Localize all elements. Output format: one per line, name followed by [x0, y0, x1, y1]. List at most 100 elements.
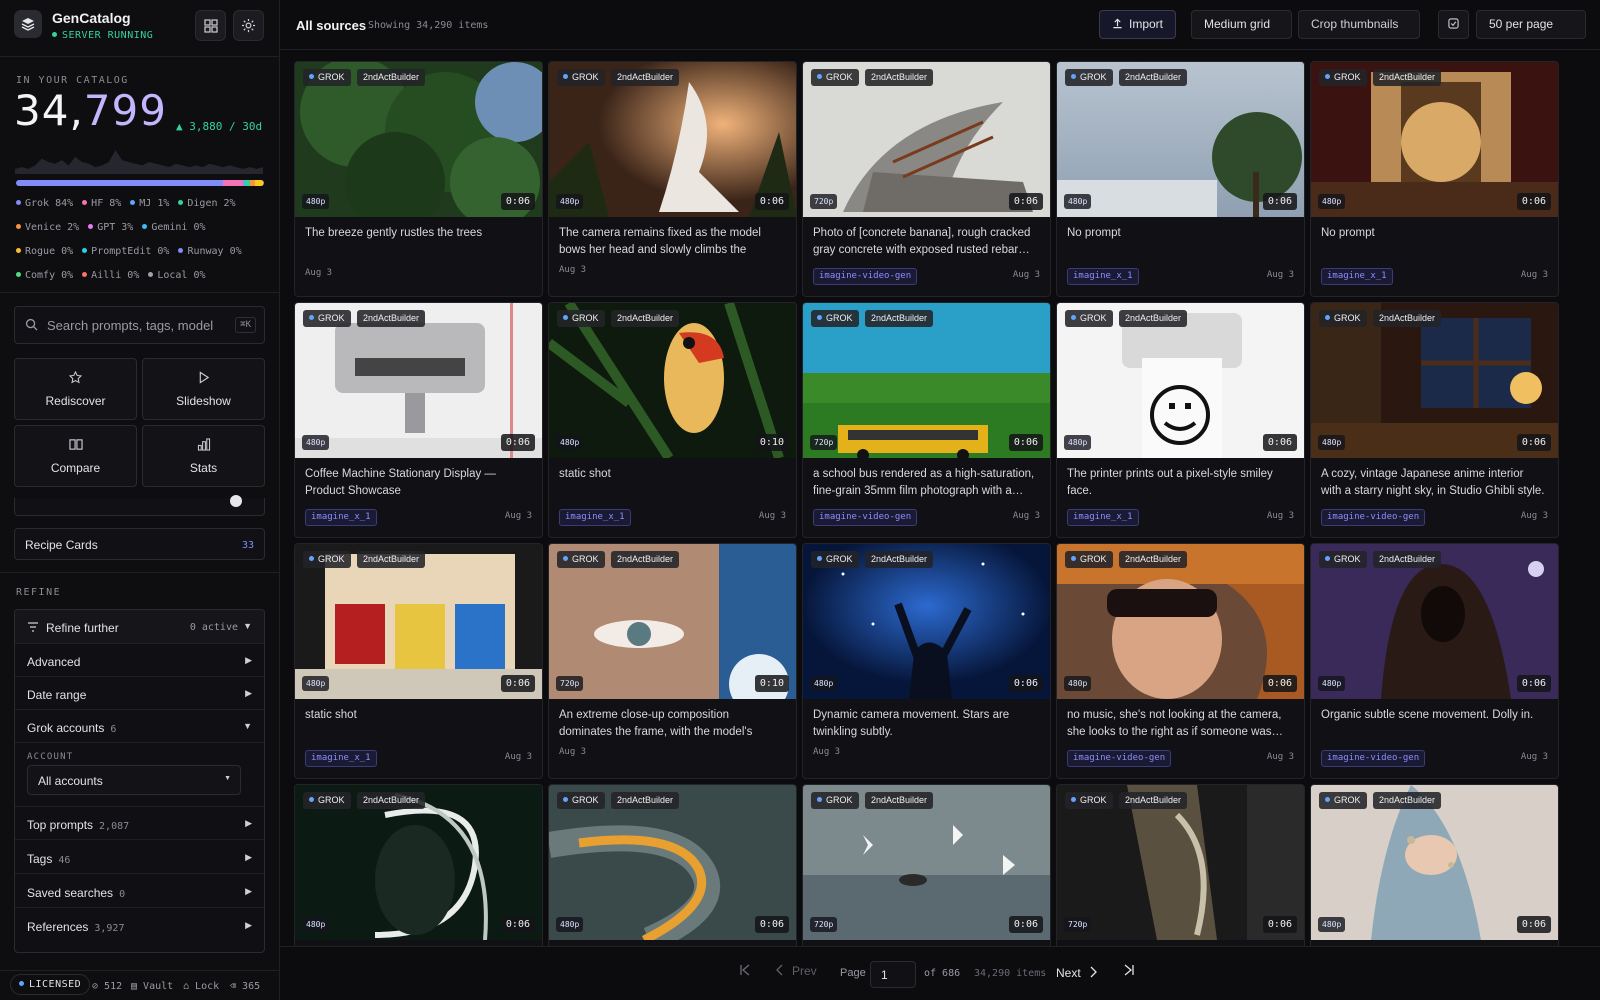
card-tag[interactable]: imagine_x_1: [305, 750, 377, 767]
thumbnail[interactable]: GROK 2ndActBuilder 480p 0:06: [1311, 544, 1558, 699]
legend-label: Digen 2%: [187, 198, 236, 209]
license-badge[interactable]: LICENSED: [10, 974, 91, 995]
trash-button[interactable]: ⌫ 365: [230, 981, 260, 992]
rediscover-button[interactable]: Rediscover: [14, 358, 137, 420]
resolution-badge: 480p: [302, 435, 330, 450]
thumbnail[interactable]: GROK 2ndActBuilder 480p 0:06: [1311, 303, 1558, 458]
media-card[interactable]: GROK 2ndActBuilder 480p 0:06 no music, she's…: [1056, 543, 1305, 779]
prev-page-button[interactable]: Prev: [776, 964, 817, 978]
settings-button[interactable]: [233, 10, 264, 41]
source-label: GROK: [826, 795, 853, 805]
legend-swatch: [178, 200, 184, 205]
top-prompts-row[interactable]: Top prompts 2,087 ▶: [15, 807, 264, 840]
thumbnail[interactable]: GROK 2ndActBuilder 480p 0:10: [549, 303, 796, 458]
thumbnail[interactable]: GROK 2ndActBuilder 480p 0:06: [1311, 62, 1558, 217]
card-tag[interactable]: imagine-video-gen: [1067, 750, 1172, 767]
media-card[interactable]: GROK 2ndActBuilder 480p 0:06 No prompt imagin…: [1310, 61, 1559, 297]
toggle-knob[interactable]: [230, 495, 242, 507]
select-mode-button[interactable]: [1438, 10, 1469, 39]
footer-stat-links[interactable]: ⊘ 512: [92, 981, 122, 992]
media-card[interactable]: GROK 2ndActBuilder 480p 0:06 The camera rema…: [548, 61, 797, 297]
card-tag[interactable]: imagine_x_1: [559, 509, 631, 526]
layout-grid-button[interactable]: [195, 10, 226, 41]
account-label: ACCOUNT: [27, 752, 74, 762]
lock-button[interactable]: ⌂ Lock: [183, 981, 219, 992]
card-caption: Organic subtle scene movement. Dolly in.: [1321, 709, 1534, 721]
thumbnail[interactable]: GROK 2ndActBuilder 480p 0:06: [549, 785, 796, 940]
source-label: GROK: [1080, 313, 1107, 323]
saved-searches-row[interactable]: Saved searches 0 ▶: [15, 875, 264, 908]
media-card[interactable]: GROK 2ndActBuilder 480p 0:06 Dynamic camera …: [802, 543, 1051, 779]
last-page-icon[interactable]: [1123, 964, 1135, 979]
recipe-cards-row[interactable]: Recipe Cards 33: [14, 528, 265, 560]
references-row[interactable]: References 3,927 ▶: [15, 909, 264, 942]
date-range-row[interactable]: Date range ▶: [15, 677, 264, 710]
advanced-row[interactable]: Advanced ▶: [15, 644, 264, 677]
card-tag[interactable]: imagine_x_1: [1321, 268, 1393, 285]
card-tag[interactable]: imagine-video-gen: [813, 268, 918, 285]
thumbnail[interactable]: GROK 2ndActBuilder 480p 0:06: [295, 544, 542, 699]
thumbnail[interactable]: GROK 2ndActBuilder 480p 0:06: [1311, 785, 1558, 940]
thumbnail[interactable]: GROK 2ndActBuilder 720p 0:10: [549, 544, 796, 699]
slideshow-button[interactable]: Slideshow: [142, 358, 265, 420]
card-caption: a school bus rendered as a high-saturati…: [813, 468, 1035, 497]
resolution-badge: 480p: [810, 676, 838, 691]
media-card[interactable]: GROK 2ndActBuilder 480p 0:06 The printer pri…: [1056, 302, 1305, 538]
media-card[interactable]: GROK 2ndActBuilder 480p 0:06 static shot imag…: [294, 543, 543, 779]
vault-button[interactable]: ▤ Vault: [131, 981, 173, 992]
thumbnail[interactable]: GROK 2ndActBuilder 720p 0:06: [803, 303, 1050, 458]
compare-button[interactable]: Compare: [14, 425, 137, 487]
server-status-text: SERVER RUNNING: [62, 30, 154, 41]
thumbnail[interactable]: GROK 2ndActBuilder 480p 0:06: [295, 785, 542, 940]
duration-badge: 0:06: [1008, 916, 1043, 933]
crop-thumbnails-select[interactable]: Crop thumbnails: [1298, 10, 1420, 39]
legend-item: Ailli 0%: [82, 271, 139, 294]
thumbnail[interactable]: GROK 2ndActBuilder 480p 0:06: [295, 62, 542, 217]
stats-button[interactable]: Stats: [142, 425, 265, 487]
thumbnail[interactable]: GROK 2ndActBuilder 480p 0:06: [1057, 303, 1304, 458]
rediscover-label: Rediscover: [45, 394, 106, 408]
page-input[interactable]: [870, 961, 916, 988]
tags-row[interactable]: Tags 46 ▶: [15, 841, 264, 874]
media-card[interactable]: GROK 2ndActBuilder 720p 0:06 a school bus re…: [802, 302, 1051, 538]
first-page-icon[interactable]: [739, 964, 751, 979]
thumbnail[interactable]: GROK 2ndActBuilder 480p 0:06: [295, 303, 542, 458]
search-input[interactable]: [47, 307, 237, 343]
pagination: Prev Page of 686 34,290 items Next: [280, 946, 1600, 1000]
grok-accounts-row[interactable]: Grok accounts 6 ▼: [15, 710, 264, 743]
media-card[interactable]: GROK 2ndActBuilder 480p 0:06 The breeze gent…: [294, 61, 543, 297]
thumbnail[interactable]: GROK 2ndActBuilder 720p 0:06: [803, 62, 1050, 217]
card-tag[interactable]: imagine-video-gen: [1321, 750, 1426, 767]
card-tag[interactable]: imagine-video-gen: [1321, 509, 1426, 526]
resolution-badge: 480p: [1064, 676, 1092, 691]
source-label: GROK: [572, 795, 599, 805]
card-tag[interactable]: imagine-video-gen: [813, 509, 918, 526]
app-name: GenCatalog: [52, 10, 131, 26]
card-tag[interactable]: imagine_x_1: [1067, 509, 1139, 526]
search-box[interactable]: ⌘K: [14, 306, 265, 344]
source-badge: GROK: [303, 551, 351, 568]
thumbnail[interactable]: GROK 2ndActBuilder 480p 0:06: [803, 544, 1050, 699]
media-card[interactable]: GROK 2ndActBuilder 480p 0:06 Organic subtle …: [1310, 543, 1559, 779]
thumbnail[interactable]: GROK 2ndActBuilder 480p 0:06: [549, 62, 796, 217]
next-page-button[interactable]: Next: [1056, 966, 1097, 980]
per-page-select[interactable]: 50 per page: [1476, 10, 1586, 39]
source-label: GROK: [1080, 72, 1107, 82]
refine-further-row[interactable]: Refine further 0 active ▼: [15, 610, 264, 644]
card-tag[interactable]: imagine_x_1: [1067, 268, 1139, 285]
grid-size-select[interactable]: Medium grid: [1191, 10, 1292, 39]
media-card[interactable]: GROK 2ndActBuilder 480p 0:06 A cozy, vintage…: [1310, 302, 1559, 538]
account-select[interactable]: All accounts ▼: [27, 765, 241, 795]
media-card[interactable]: GROK 2ndActBuilder 480p 0:06 No prompt imagin…: [1056, 61, 1305, 297]
media-card[interactable]: GROK 2ndActBuilder 480p 0:06 Coffee Machine …: [294, 302, 543, 538]
media-card[interactable]: GROK 2ndActBuilder 720p 0:06 Photo of [concr…: [802, 61, 1051, 297]
media-card[interactable]: GROK 2ndActBuilder 480p 0:10 static shot imag…: [548, 302, 797, 538]
thumbnail[interactable]: GROK 2ndActBuilder 480p 0:06: [1057, 544, 1304, 699]
thumbnail[interactable]: GROK 2ndActBuilder 480p 0:06: [1057, 62, 1304, 217]
thumbnail[interactable]: GROK 2ndActBuilder 720p 0:06: [803, 785, 1050, 940]
thumbnail[interactable]: GROK 2ndActBuilder 720p 0:06: [1057, 785, 1304, 940]
media-card[interactable]: GROK 2ndActBuilder 720p 0:10 An extreme clos…: [548, 543, 797, 779]
card-tag[interactable]: imagine_x_1: [305, 509, 377, 526]
bar-chart-icon: [197, 438, 210, 451]
import-button[interactable]: Import: [1099, 10, 1177, 39]
